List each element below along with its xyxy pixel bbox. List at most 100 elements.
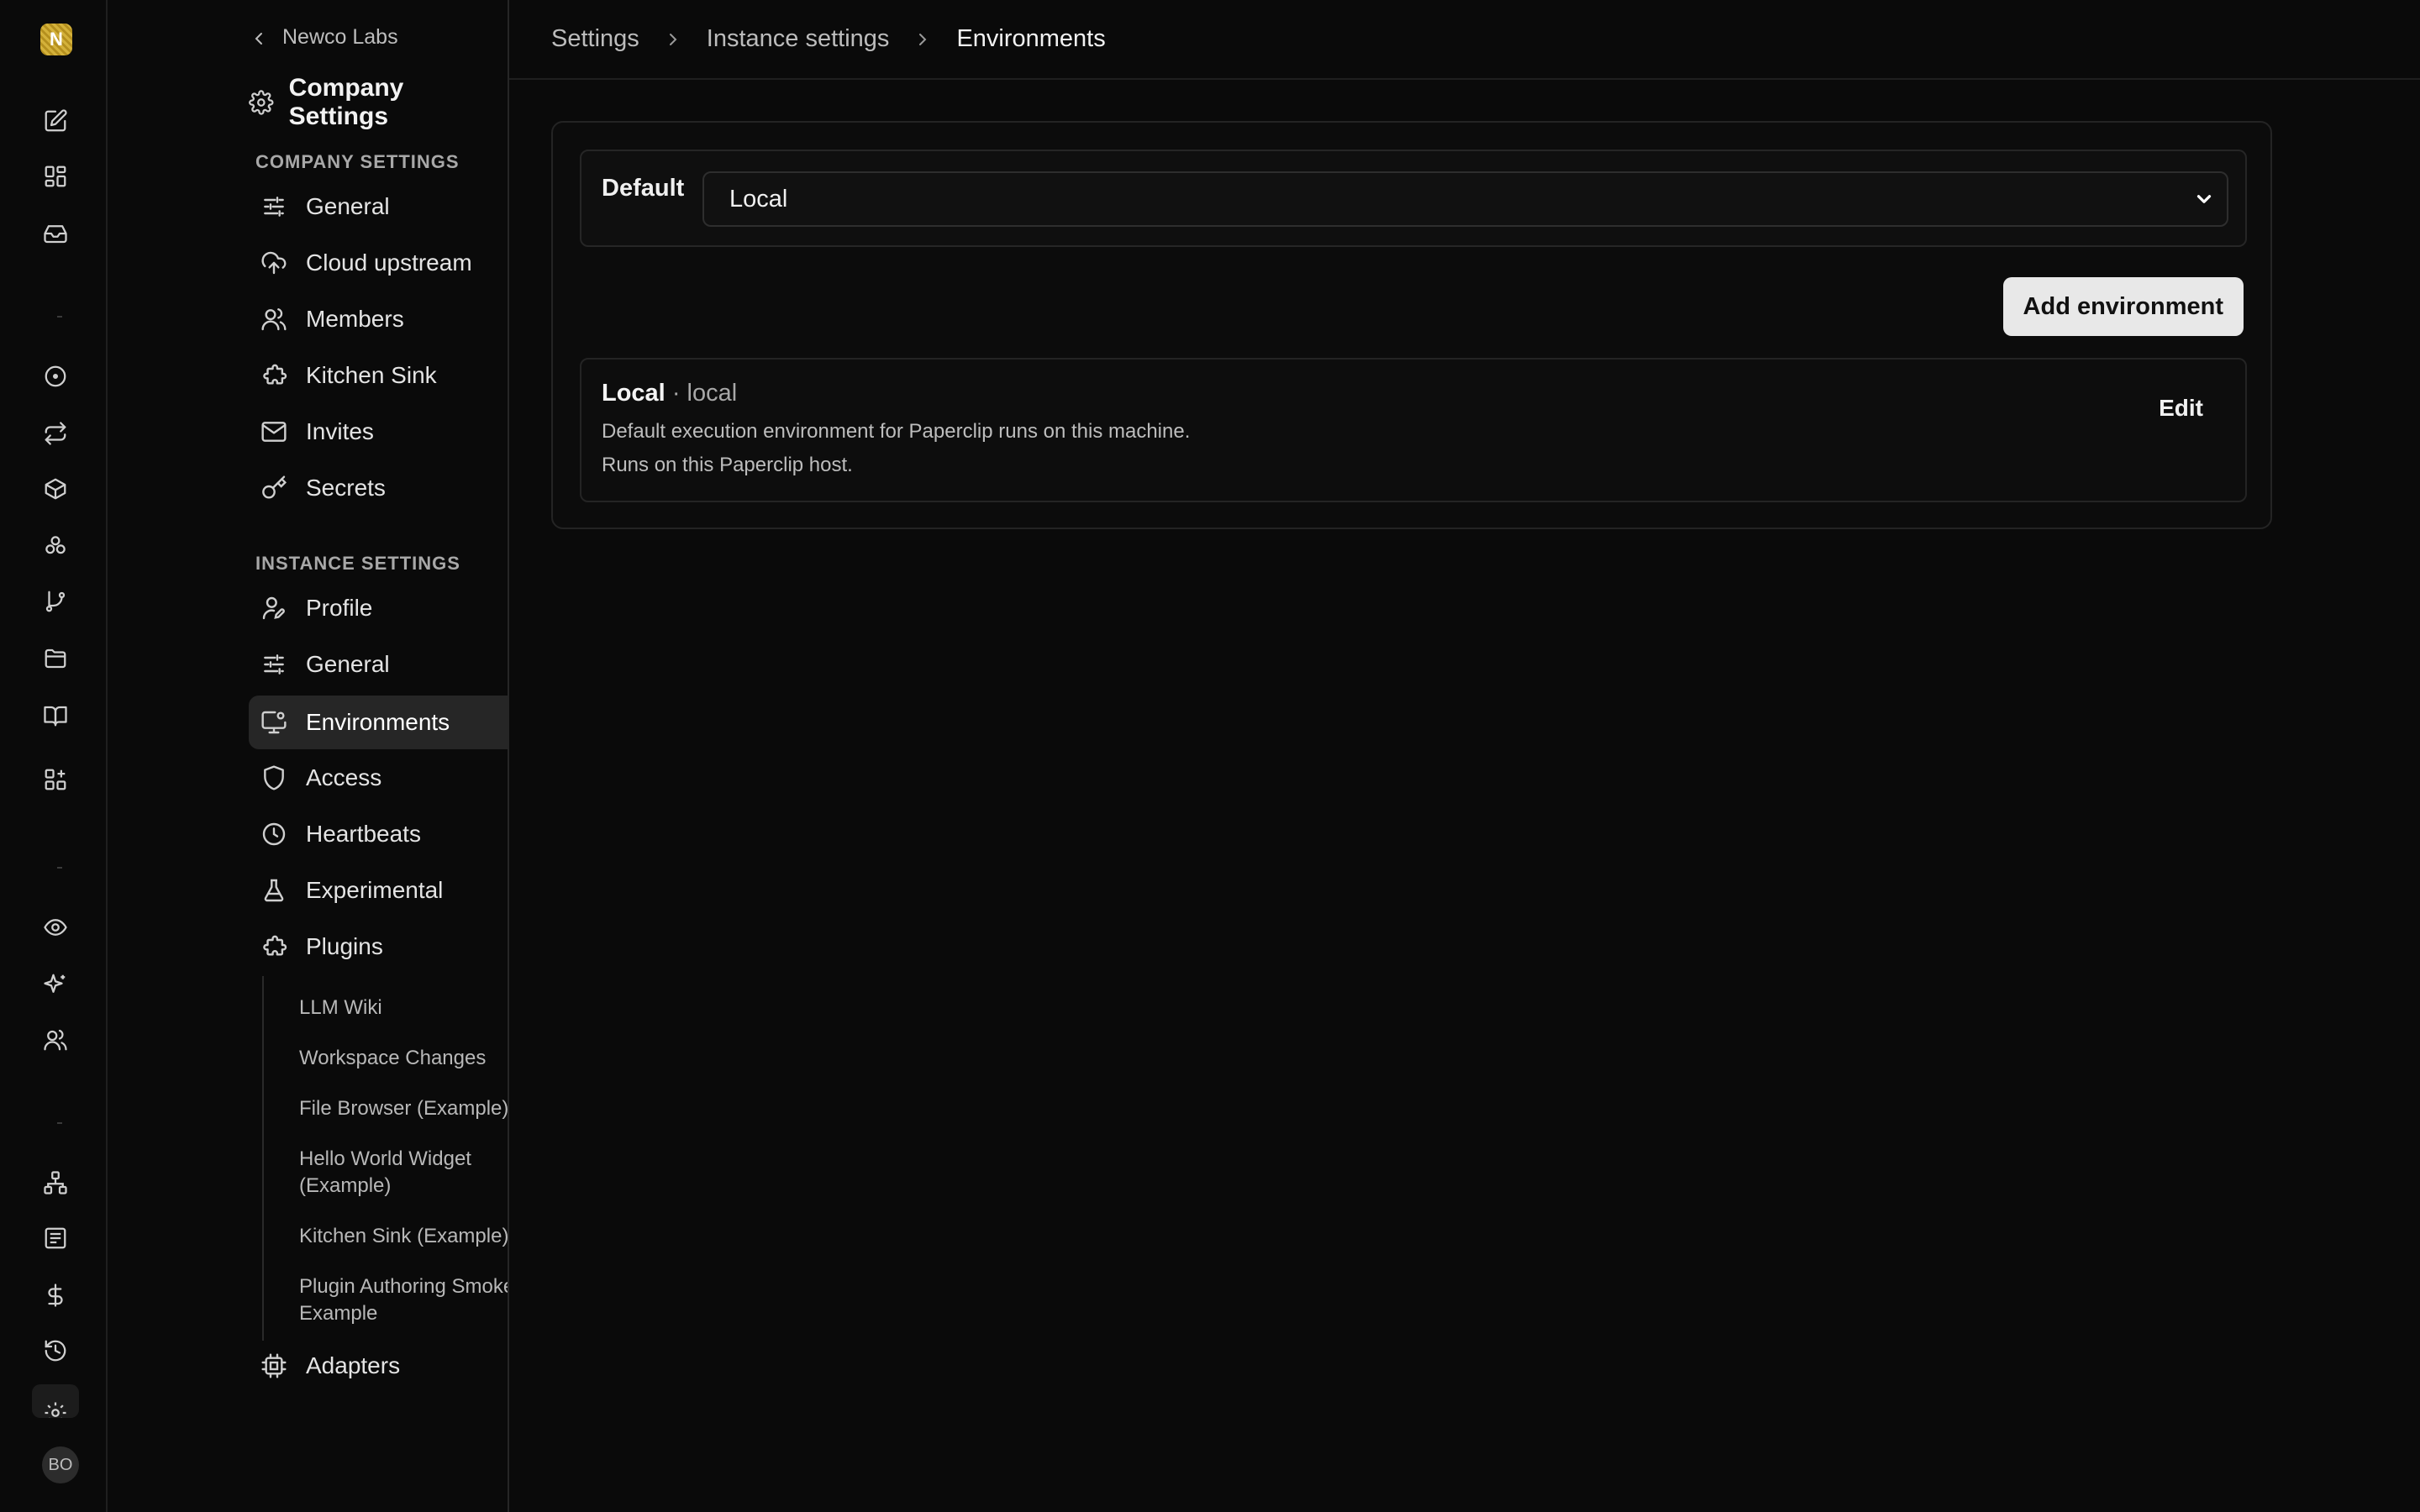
sidebar-item-heartbeats[interactable]: Heartbeats <box>249 807 508 861</box>
company-settings-section-label: COMPANY SETTINGS <box>255 151 460 172</box>
box-icon[interactable] <box>32 465 79 512</box>
breadcrumb-environments: Environments <box>956 25 1106 52</box>
instance-settings-section-label: INSTANCE SETTINGS <box>255 553 460 574</box>
default-environment-label: Default <box>602 175 685 202</box>
list-icon[interactable] <box>32 1215 79 1262</box>
sidebar-item-secrets[interactable]: Secrets <box>249 461 508 515</box>
plugin-item-file-browser[interactable]: File Browser (Example) <box>299 1095 508 1122</box>
sidebar-item-invites[interactable]: Invites <box>249 405 508 459</box>
sidebar-item-profile[interactable]: Profile <box>249 581 508 635</box>
sidebar-item-environments[interactable]: Environments <box>249 696 508 749</box>
plugins-icon[interactable] <box>32 756 79 803</box>
dashboard-icon[interactable] <box>32 153 79 200</box>
history-icon[interactable] <box>32 1327 79 1374</box>
plugin-item-llm-wiki[interactable]: LLM Wiki <box>299 995 508 1021</box>
sidebar-item-adapters[interactable]: Adapters <box>249 1339 508 1393</box>
edit-icon[interactable] <box>32 97 79 144</box>
breadcrumb: Settings Instance settings Environments <box>509 0 2420 80</box>
app-root: N BO Newco Labs Company Settings COMPANY… <box>0 0 2420 1512</box>
sidebar-item-members[interactable]: Members <box>249 292 508 346</box>
environment-description: Default execution environment for Paperc… <box>602 420 1191 443</box>
selected-value: Local <box>729 185 788 213</box>
company-logo[interactable]: N <box>40 24 72 55</box>
circle-dot-icon[interactable] <box>32 353 79 400</box>
sidebar-item-plugins[interactable]: Plugins <box>249 920 508 974</box>
gear-icon <box>249 90 274 115</box>
plugin-item-hello-world-widget[interactable]: Hello World Widget (Example) <box>299 1146 508 1200</box>
user-avatar[interactable]: BO <box>42 1446 79 1483</box>
chevron-right-icon <box>913 29 933 50</box>
main-content: Settings Instance settings Environments … <box>509 0 2420 1512</box>
breadcrumb-instance-settings[interactable]: Instance settings <box>707 25 890 53</box>
repeat-icon[interactable] <box>32 410 79 457</box>
clock-icon <box>262 822 286 846</box>
plugin-item-workspace-changes[interactable]: Workspace Changes <box>299 1045 508 1072</box>
environment-card: Local · local Default execution environm… <box>580 358 2247 502</box>
plugin-item-plugin-authoring-smoke[interactable]: Plugin Authoring Smoke Example <box>299 1273 508 1327</box>
rail-separator <box>57 867 62 869</box>
environment-subtext: Runs on this Paperclip host. <box>602 454 853 476</box>
puzzle-icon <box>263 364 287 385</box>
chevron-down-icon <box>2193 188 2215 217</box>
book-icon[interactable] <box>32 692 79 739</box>
sidebar-item-label: Environments <box>306 709 450 735</box>
users-icon <box>261 308 287 331</box>
chevron-right-icon <box>663 29 683 50</box>
back-to-company-link[interactable]: Newco Labs <box>282 25 398 50</box>
sidebar-item-cloud-upstream[interactable]: Cloud upstream <box>249 236 508 290</box>
eye-icon[interactable] <box>32 904 79 951</box>
folder-icon[interactable] <box>32 635 79 682</box>
sparkles-icon[interactable] <box>32 961 79 1008</box>
sidebar-item-label: General <box>306 651 390 677</box>
users-icon[interactable] <box>32 1016 79 1063</box>
git-branch-icon[interactable] <box>32 578 79 625</box>
key-icon <box>262 475 287 499</box>
environments-panel: Default Local Add environment Local · lo… <box>551 121 2272 529</box>
rail-separator <box>57 316 62 318</box>
sidebar-item-label: Cloud upstream <box>306 249 472 276</box>
gear-icon[interactable] <box>32 1384 79 1418</box>
sliders-icon <box>264 654 284 675</box>
sidebar-item-experimental[interactable]: Experimental <box>249 864 508 917</box>
network-icon[interactable] <box>32 1159 79 1206</box>
chevron-left-icon[interactable] <box>249 29 269 53</box>
sidebar-item-label: Heartbeats <box>306 821 421 847</box>
sidebar-item-instance-general[interactable]: General <box>249 638 508 691</box>
sidebar-item-label: Plugins <box>306 933 383 959</box>
sidebar-item-label: Secrets <box>306 475 386 501</box>
shield-icon <box>264 765 284 790</box>
edit-environment-button[interactable]: Edit <box>2142 388 2220 428</box>
sidebar-item-label: Adapters <box>306 1352 401 1378</box>
inbox-icon[interactable] <box>32 210 79 257</box>
mail-icon <box>261 422 287 442</box>
sidebar-item-label: Kitchen Sink <box>306 362 437 388</box>
sidebar-item-label: Experimental <box>306 877 444 903</box>
cloud-upload-icon <box>261 251 287 275</box>
sidebar-item-label: Profile <box>306 595 373 621</box>
sidebar-title: Company Settings <box>288 74 404 130</box>
environment-name: Local <box>602 380 666 407</box>
sidebar-item-label: Access <box>306 764 382 790</box>
sidebar-item-company-general[interactable]: General <box>249 180 508 234</box>
sliders-icon <box>264 197 284 217</box>
default-environment-box: Default Local <box>580 150 2247 247</box>
sidebar-item-label: Members <box>306 306 404 332</box>
puzzle-icon <box>263 935 287 956</box>
breadcrumb-settings[interactable]: Settings <box>551 25 639 53</box>
environment-slug: · local <box>671 380 738 407</box>
sidebar-item-label: Invites <box>306 418 374 444</box>
sidebar-item-kitchen-sink[interactable]: Kitchen Sink <box>249 349 508 402</box>
components-icon[interactable] <box>32 522 79 570</box>
dollar-icon[interactable] <box>32 1272 79 1319</box>
cpu-icon <box>261 1353 287 1378</box>
icon-rail: N BO <box>0 0 108 1512</box>
plugin-sublist: LLM Wiki Workspace Changes File Browser … <box>262 976 508 1341</box>
flask-icon <box>264 879 284 902</box>
sidebar-header: Company Settings <box>249 74 508 131</box>
plugin-item-kitchen-sink-example[interactable]: Kitchen Sink (Example) <box>299 1223 508 1250</box>
rail-separator <box>57 1122 62 1124</box>
add-environment-button[interactable]: Add environment <box>2002 277 2244 336</box>
default-environment-select[interactable]: Local <box>702 171 2228 227</box>
sidebar-item-access[interactable]: Access <box>249 751 508 805</box>
user-pen-icon <box>262 596 285 620</box>
